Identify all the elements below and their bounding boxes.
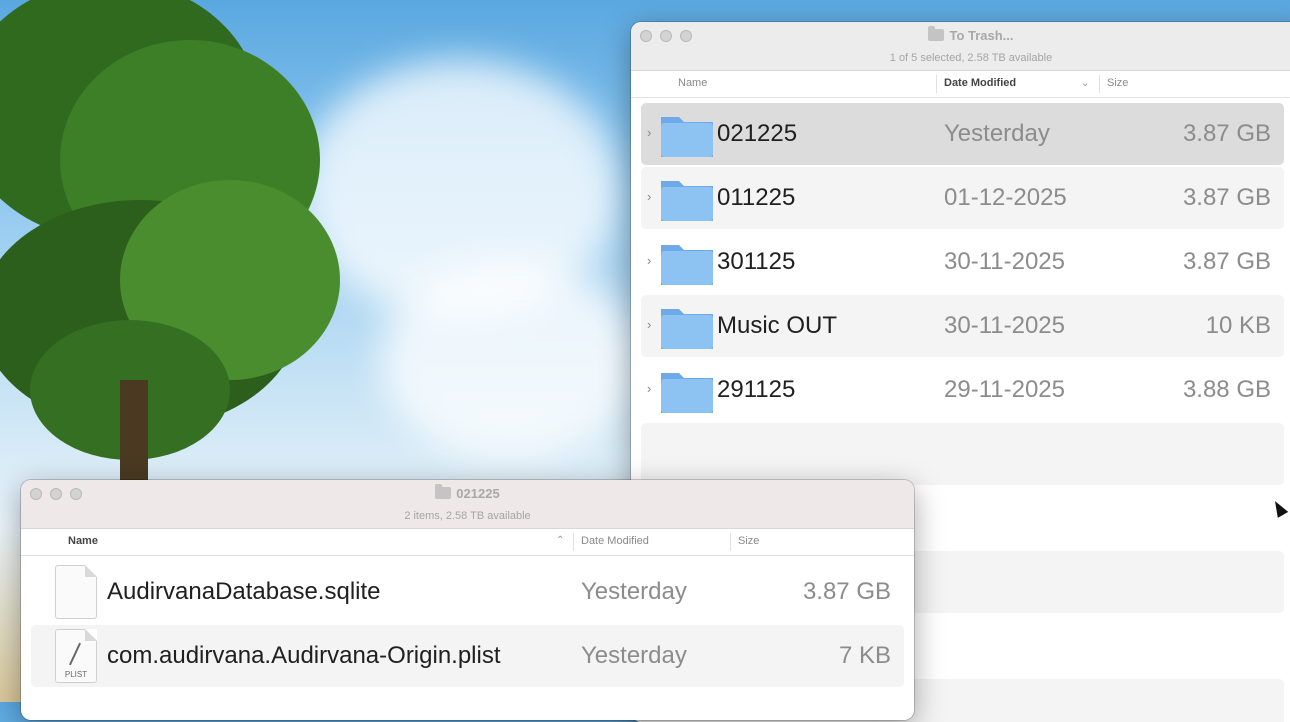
item-size: 7 KB (838, 642, 891, 669)
list-item[interactable]: › 021225 Yesterday 3.87 GB (641, 103, 1284, 165)
item-date: 30-11-2025 (944, 248, 1065, 275)
window-title-text: 021225 (456, 486, 500, 501)
status-text: 2 items, 2.58 TB available (404, 510, 531, 522)
plist-document-icon: PLIST (55, 629, 97, 683)
list-item[interactable]: › Music OUT 30-11-2025 10 KB (641, 295, 1284, 357)
folder-icon (661, 245, 713, 285)
disclosure-chevron-icon[interactable]: › (647, 189, 651, 204)
item-name: AudirvanaDatabase.sqlite (107, 578, 381, 605)
window-title: To Trash... (631, 26, 1290, 43)
folder-icon (435, 484, 452, 499)
list-item[interactable]: PLIST com.audirvana.Audirvana-Origin.pli… (31, 625, 904, 687)
list-item[interactable]: › 011225 01-12-2025 3.87 GB (641, 167, 1284, 229)
finder-window-021225[interactable]: 021225 2 items, 2.58 TB available Name ⌃… (21, 480, 914, 720)
item-size: 3.87 GB (1182, 248, 1271, 275)
column-header: Name Date Modified ⌄ Size (631, 71, 1290, 98)
plist-icon-label: PLIST (64, 670, 88, 679)
item-date: Yesterday (581, 642, 687, 669)
column-name[interactable]: Name (68, 535, 98, 547)
folder-icon (661, 309, 713, 349)
column-size[interactable]: Size (1107, 77, 1128, 89)
status-text: 1 of 5 selected, 2.58 TB available (889, 52, 1053, 64)
titlebar[interactable]: To Trash... 1 of 5 selected, 2.58 TB ava… (631, 22, 1290, 71)
item-name: 021225 (717, 120, 798, 147)
disclosure-chevron-icon[interactable]: › (647, 381, 651, 396)
list-item[interactable]: › 301125 30-11-2025 3.87 GB (641, 231, 1284, 293)
column-name[interactable]: Name (678, 77, 707, 89)
folder-icon (661, 181, 713, 221)
item-date: Yesterday (944, 120, 1050, 147)
item-name: Music OUT (717, 312, 837, 339)
item-size: 3.87 GB (802, 578, 891, 605)
window-title: 021225 (21, 484, 914, 501)
empty-row (641, 423, 1284, 485)
column-date-modified[interactable]: Date Modified (944, 77, 1016, 89)
column-size[interactable]: Size (738, 535, 759, 547)
folder-icon (661, 373, 713, 413)
disclosure-chevron-icon[interactable]: › (647, 125, 651, 140)
column-date-modified[interactable]: Date Modified (581, 535, 649, 547)
item-size: 10 KB (1205, 312, 1271, 339)
item-name: 301125 (717, 248, 796, 275)
disclosure-chevron-icon[interactable]: › (647, 253, 651, 268)
item-size: 3.87 GB (1182, 120, 1271, 147)
item-date: Yesterday (581, 578, 687, 605)
chevron-down-icon: ⌄ (1081, 78, 1090, 89)
document-icon (55, 565, 97, 619)
item-date: 29-11-2025 (944, 376, 1065, 403)
chevron-up-icon: ⌃ (556, 535, 565, 546)
item-date: 30-11-2025 (944, 312, 1065, 339)
titlebar[interactable]: 021225 2 items, 2.58 TB available (21, 480, 914, 529)
item-name: 011225 (717, 184, 796, 211)
item-name: 291125 (717, 376, 796, 403)
item-size: 3.88 GB (1182, 376, 1271, 403)
disclosure-chevron-icon[interactable]: › (647, 317, 651, 332)
list-item[interactable]: AudirvanaDatabase.sqlite Yesterday 3.87 … (31, 561, 904, 623)
column-header: Name ⌃ Date Modified Size (21, 529, 914, 556)
window-title-text: To Trash... (949, 28, 1014, 43)
item-size: 3.87 GB (1182, 184, 1271, 211)
item-name: com.audirvana.Audirvana-Origin.plist (107, 642, 501, 669)
folder-icon (928, 26, 945, 41)
item-date: 01-12-2025 (944, 184, 1067, 211)
list-item[interactable]: › 291125 29-11-2025 3.88 GB (641, 359, 1284, 421)
folder-icon (661, 117, 713, 157)
